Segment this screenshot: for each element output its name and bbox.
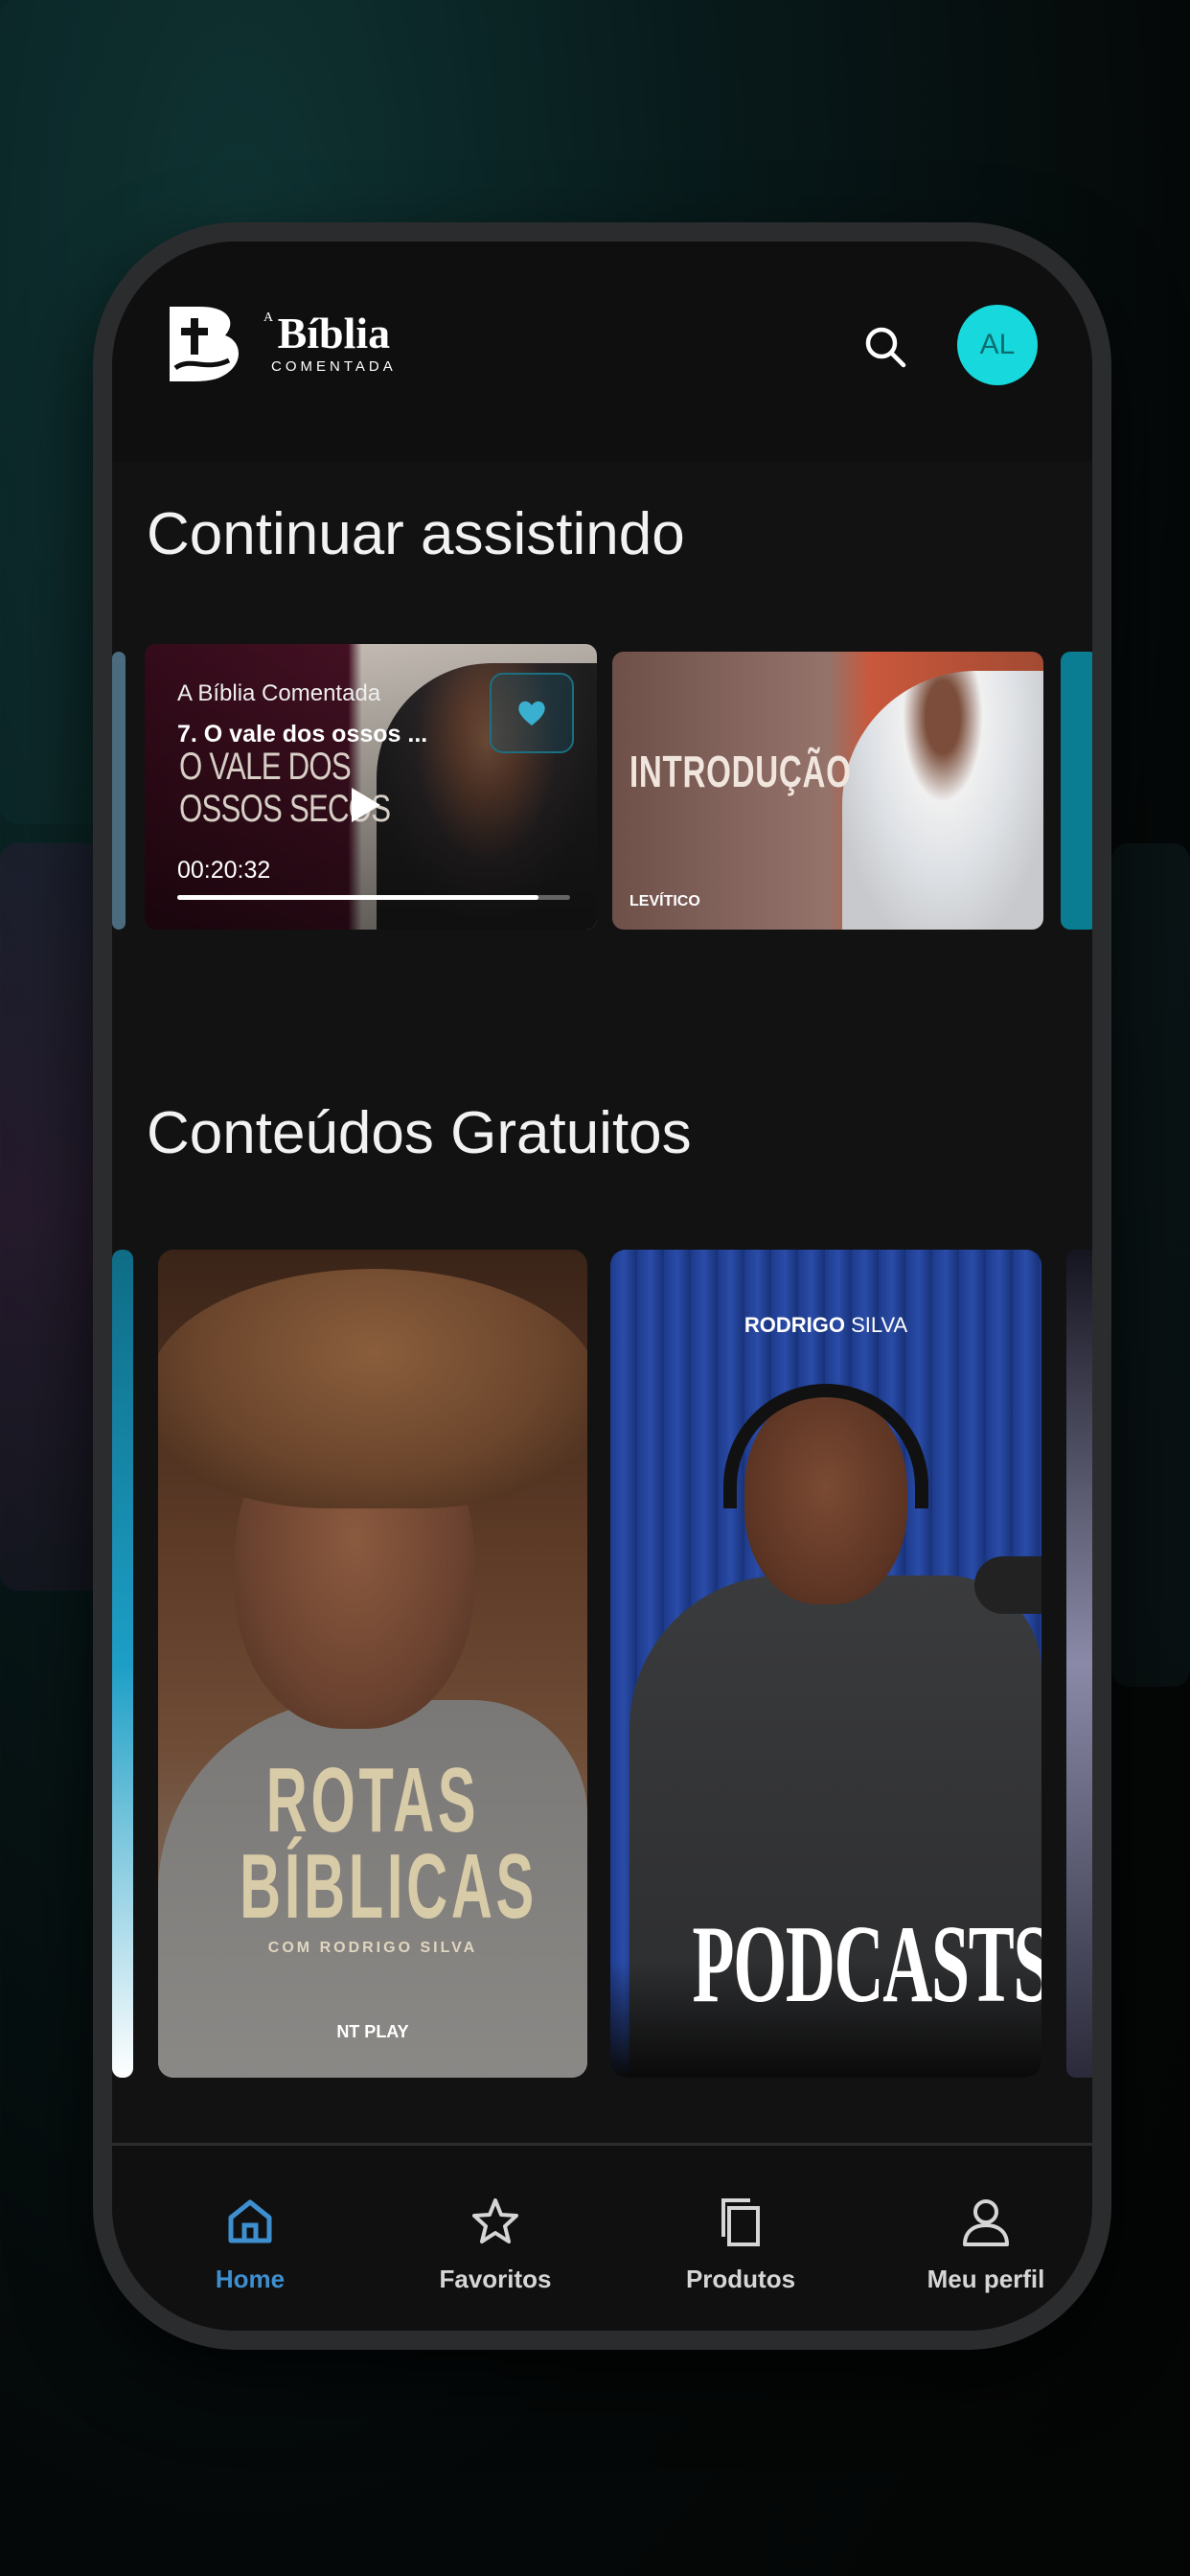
poster-podcasts[interactable]: RODRIGO SILVA PODCASTS [610, 1250, 1041, 2078]
card-timestamp: 00:20:32 [177, 857, 271, 884]
star-icon [472, 2198, 518, 2243]
poster-title: PODCASTS [692, 1903, 1042, 2026]
card-art-line1: O VALE DOS [179, 746, 352, 788]
favorite-heart-button[interactable] [490, 673, 574, 753]
card-thumbnail-person [842, 671, 1043, 930]
nav-item-favorites[interactable]: Favoritos [400, 2188, 591, 2294]
continue-watching-title: Continuar assistindo [147, 501, 685, 567]
nav-item-home[interactable]: Home [154, 2188, 346, 2294]
headphones-icon [723, 1384, 928, 1508]
copy-icon [721, 2198, 760, 2246]
card-episode-title: 7. O vale dos ossos ... [177, 721, 428, 748]
microphone-icon [974, 1556, 1041, 1614]
card-art-title: INTRODUÇÃO [629, 747, 852, 796]
nav-item-products[interactable]: Produtos [645, 2188, 836, 2294]
poster-host-first: RODRIGO [744, 1313, 845, 1337]
phone-frame: A Bíblia COMENTADA AL Continuar assistin… [93, 222, 1111, 2350]
avatar[interactable]: AL [957, 305, 1038, 385]
free-content-title: Conteúdos Gratuitos [147, 1100, 692, 1166]
nav-item-profile[interactable]: Meu perfil [890, 2188, 1082, 2294]
logo-prefix: A [263, 310, 274, 325]
logo-mark-icon [162, 301, 250, 383]
poster-prev-edge[interactable] [112, 1250, 133, 2078]
logo-title: Bíblia [277, 308, 391, 357]
search-icon [865, 327, 906, 368]
poster-host-last: SILVA [851, 1313, 908, 1337]
search-button[interactable] [859, 321, 913, 375]
poster-figure-hat [158, 1269, 587, 1508]
home-icon [228, 2199, 272, 2243]
heart-icon [518, 701, 545, 725]
poster-rotas-biblicas[interactable]: ROTAS BÍBLICAS COM RODRIGO SILVA NT PLAY [158, 1250, 587, 2078]
continue-card-next-edge[interactable] [1061, 652, 1092, 930]
nav-label-favorites: Favoritos [439, 2265, 552, 2293]
play-icon[interactable] [352, 788, 380, 822]
continue-card-prev-edge[interactable] [112, 652, 126, 930]
background-tile-right [1111, 843, 1190, 1687]
bottom-navigation: Home Favoritos Produtos Meu perfil [112, 2143, 1092, 2331]
poster-subtitle: COM RODRIGO SILVA [267, 1940, 478, 1956]
continue-card-2[interactable]: INTRODUÇÃO LEVÍTICO [612, 652, 1043, 930]
poster-brand: NT PLAY [336, 2022, 409, 2041]
poster-next-edge[interactable] [1066, 1250, 1092, 2078]
logo-subtitle: COMENTADA [271, 357, 397, 375]
nav-label-home: Home [215, 2265, 286, 2293]
card-series-name: A Bíblia Comentada [177, 680, 381, 706]
progress-bar-fill [177, 895, 539, 900]
continue-card-1[interactable]: O VALE DOS OSSOS SECOS A Bíblia Comentad… [145, 644, 597, 930]
user-icon [963, 2199, 1009, 2246]
app-screen: A Bíblia COMENTADA AL Continuar assistin… [112, 242, 1092, 2331]
app-logo[interactable]: A Bíblia COMENTADA [162, 301, 397, 383]
nav-label-profile: Meu perfil [927, 2265, 1045, 2293]
nav-label-products: Produtos [685, 2265, 796, 2293]
logo-text: A Bíblia COMENTADA [263, 308, 397, 375]
card-art-label: LEVÍTICO [629, 893, 700, 909]
top-bar: A Bíblia COMENTADA AL [112, 242, 1092, 462]
poster-host: RODRIGO SILVA [610, 1313, 1041, 1338]
poster-title-line2: BÍBLICAS [240, 1835, 538, 1938]
progress-bar [177, 895, 570, 900]
